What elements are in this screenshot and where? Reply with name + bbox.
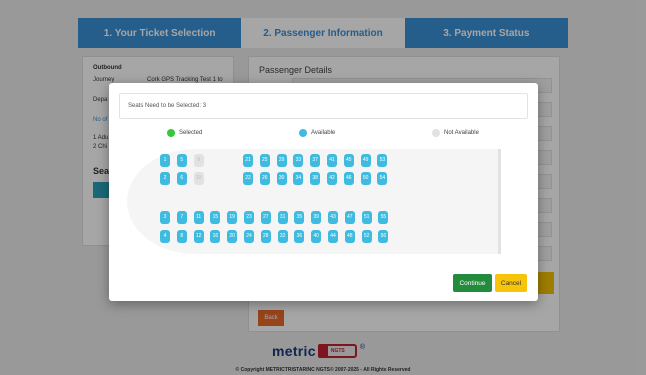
seat-29[interactable]: 29	[276, 154, 287, 167]
available-dot-icon	[299, 129, 307, 137]
seat-5[interactable]: 5	[176, 154, 187, 167]
seat-30[interactable]: 30	[276, 172, 287, 185]
seat-24[interactable]: 24	[244, 230, 254, 243]
continue-button[interactable]: Continue	[453, 274, 492, 292]
seat-7[interactable]: 7	[176, 211, 187, 224]
legend-not-available-label: Not Available	[444, 130, 479, 136]
seat-6[interactable]: 6	[176, 172, 187, 185]
seat-35[interactable]: 35	[294, 211, 305, 224]
seat-39[interactable]: 39	[311, 211, 322, 224]
seat-34[interactable]: 34	[293, 172, 304, 185]
seat-12[interactable]: 12	[193, 230, 204, 243]
seat-38[interactable]: 38	[310, 172, 321, 185]
seat-15[interactable]: 15	[210, 211, 221, 224]
seat-44[interactable]: 44	[328, 230, 338, 243]
seat-36[interactable]: 36	[294, 230, 305, 243]
seat-3[interactable]: 3	[160, 211, 170, 224]
seat-21[interactable]: 21	[243, 154, 253, 167]
legend-available: Available	[299, 129, 335, 137]
seat-4[interactable]: 4	[160, 230, 170, 243]
seat-23[interactable]: 23	[244, 211, 254, 224]
seat-2[interactable]: 2	[160, 172, 170, 185]
seat-41[interactable]: 41	[327, 154, 337, 167]
seat-33[interactable]: 33	[293, 154, 304, 167]
seat-19[interactable]: 19	[227, 211, 238, 224]
seat-8[interactable]: 8	[176, 230, 187, 243]
seat-42[interactable]: 42	[327, 172, 337, 185]
seat-55[interactable]: 55	[378, 211, 389, 224]
seat-45[interactable]: 45	[343, 154, 354, 167]
seat-1[interactable]: 1	[160, 154, 170, 167]
seat-25[interactable]: 25	[259, 154, 270, 167]
bus-rear	[498, 149, 501, 254]
legend-selected-label: Selected	[179, 130, 203, 136]
seat-22[interactable]: 22	[243, 172, 253, 185]
seat-37[interactable]: 37	[310, 154, 321, 167]
seat-26[interactable]: 26	[259, 172, 270, 185]
seat-20[interactable]: 20	[227, 230, 238, 243]
selected-dot-icon	[167, 129, 175, 137]
seats-needed-message: Seats Need to be Selected: 3	[119, 93, 528, 119]
seat-selection-modal: Seats Need to be Selected: 3 Selected Av…	[109, 83, 538, 301]
seat-48[interactable]: 48	[344, 230, 355, 243]
legend-selected: Selected	[167, 129, 202, 137]
seat-31[interactable]: 31	[277, 211, 288, 224]
seat-51[interactable]: 51	[361, 211, 372, 224]
legend-available-label: Available	[311, 130, 336, 136]
seat-legend: Selected Available Not Available	[109, 129, 538, 139]
seat-52[interactable]: 52	[361, 230, 372, 243]
seat-32[interactable]: 32	[277, 230, 288, 243]
seat-43[interactable]: 43	[328, 211, 338, 224]
legend-not-available: Not Available	[432, 129, 479, 137]
seat-28[interactable]: 28	[260, 230, 271, 243]
not-available-dot-icon	[432, 129, 440, 137]
seat-46[interactable]: 46	[343, 172, 354, 185]
seat-16[interactable]: 16	[210, 230, 221, 243]
seat-47[interactable]: 47	[344, 211, 355, 224]
seat-27[interactable]: 27	[260, 211, 271, 224]
cancel-button[interactable]: Cancel	[495, 274, 527, 292]
seat-54[interactable]: 54	[377, 172, 388, 185]
seat-11[interactable]: 11	[193, 211, 204, 224]
seat-56[interactable]: 56	[378, 230, 389, 243]
seat-9: 9	[193, 154, 204, 167]
seat-53[interactable]: 53	[377, 154, 388, 167]
seat-10: 10	[193, 172, 204, 185]
seat-50[interactable]: 50	[360, 172, 371, 185]
seat-49[interactable]: 49	[360, 154, 371, 167]
seat-40[interactable]: 40	[311, 230, 322, 243]
